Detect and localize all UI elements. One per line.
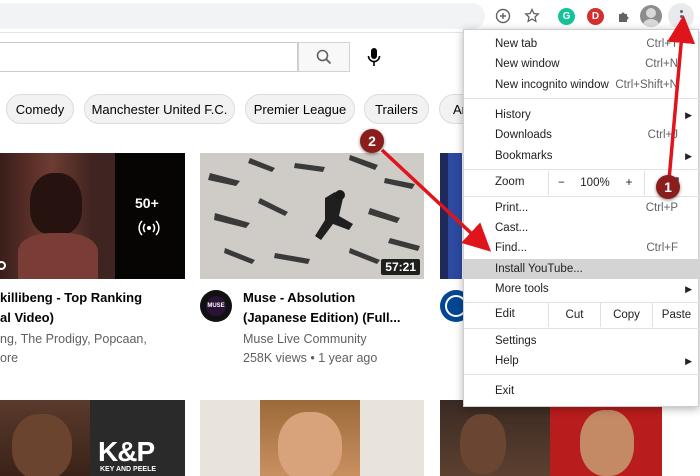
- arrow-to-menu-button: [667, 15, 696, 181]
- step-badge-2: 2: [360, 129, 384, 153]
- annotation-arrows: [380, 15, 696, 252]
- arrow-to-install-item: [380, 148, 492, 252]
- step-badge-1: 1: [656, 175, 680, 199]
